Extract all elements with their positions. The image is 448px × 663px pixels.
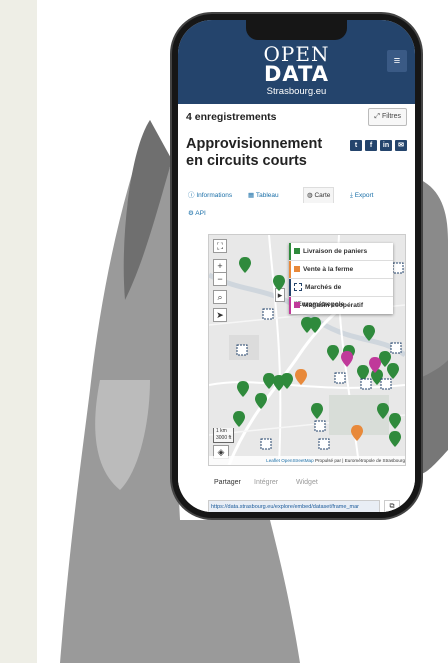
gears-icon: ⚙ (188, 210, 194, 217)
market-icon (294, 283, 302, 292)
legend-item-vente[interactable]: Vente à la ferme (289, 261, 393, 279)
social-share: t f in ✉ (350, 140, 407, 151)
tab-tableau[interactable]: ▦ Tableau (248, 188, 279, 203)
farm-icon (294, 266, 300, 273)
copy-icon[interactable]: ⧉ (384, 500, 400, 512)
map-view[interactable]: ⛶ + − ⌕ ➤ ▸ Livraison de paniers Vente à… (208, 234, 406, 466)
map-legend: Livraison de paniers Vente à la ferme Ma… (289, 243, 393, 314)
dataset-tabs: ⓘ Informations ▦ Tableau ◍ Carte ⤓ Expor… (178, 176, 415, 217)
tab-api-label: API (195, 210, 206, 217)
records-count: 4 enregistrements (186, 111, 277, 123)
linkedin-icon[interactable]: in (380, 140, 392, 151)
facebook-icon[interactable]: f (365, 140, 377, 151)
tab-export-label: Export (354, 192, 374, 199)
store-icon (294, 302, 300, 309)
filters-label: Filtres (381, 113, 401, 120)
legend-item-marches[interactable]: Marchés de l'Eurométropole (289, 279, 393, 308)
legend-item-livraison[interactable]: Livraison de paniers (289, 243, 393, 261)
leaflet-link[interactable]: Leaflet (266, 458, 280, 463)
legend-item-magasin[interactable]: Magasin coopératif (289, 297, 393, 314)
phone-screen: OPEN DATA Strasbourg.eu ≡ 4 enregistreme… (178, 20, 415, 512)
table-icon: ▦ (248, 192, 255, 199)
map-attribution: Leaflet OpenStreetMap Propulsé par | Eur… (209, 456, 405, 465)
share-tabs: Partager Intégrer Widget (208, 477, 404, 491)
tab-carte[interactable]: ◍ Carte (303, 187, 335, 203)
basket-icon (294, 248, 300, 255)
dataset-title: Approvisionnement en circuits courts (186, 136, 323, 169)
scale-ft: 3000 ft (216, 435, 232, 441)
tab-api[interactable]: ⚙ API (188, 206, 206, 221)
download-icon: ⤓ (350, 192, 353, 199)
globe-icon: ◍ (307, 192, 313, 199)
tab-integrer[interactable]: Intégrer (254, 479, 278, 486)
tab-tableau-label: Tableau (255, 192, 279, 199)
records-bar: 4 enregistrements ⤢ Filtres (178, 104, 415, 131)
mail-icon[interactable]: ✉ (395, 140, 407, 151)
map-scale: 1 km 3000 ft (213, 428, 235, 443)
dataset-content: Approvisionnement en circuits courts t f… (178, 130, 415, 512)
logo-data: DATA (263, 62, 329, 86)
phone-frame: OPEN DATA Strasbourg.eu ≡ 4 enregistreme… (172, 14, 421, 518)
scale-km: 1 km (216, 428, 227, 434)
tab-informations-label: Informations (196, 192, 233, 199)
osm-link[interactable]: OpenStreetMap (281, 458, 313, 463)
share-url-field[interactable]: https://data.strasbourg.eu/explore/embed… (208, 500, 380, 512)
tab-widget[interactable]: Widget (296, 479, 318, 486)
attribution-text: Propulsé par | Eurométropole de Strasbou… (314, 458, 405, 463)
phone-notch (246, 20, 347, 40)
tab-partager[interactable]: Partager (214, 479, 241, 486)
legend-label: Magasin coopératif (303, 302, 364, 309)
expand-icon: ⤢ (374, 113, 380, 120)
hamburger-icon[interactable]: ≡ (387, 50, 407, 72)
filters-button[interactable]: ⤢ Filtres (368, 108, 407, 126)
tab-informations[interactable]: ⓘ Informations (188, 188, 232, 203)
tab-export[interactable]: ⤓ Export (350, 188, 373, 203)
legend-label: Vente à la ferme (303, 266, 354, 273)
twitter-icon[interactable]: t (350, 140, 362, 151)
logo-domain: Strasbourg.eu (266, 86, 327, 97)
tab-carte-label: Carte (314, 192, 331, 199)
info-icon: ⓘ (188, 192, 195, 199)
legend-label: Livraison de paniers (303, 248, 368, 255)
